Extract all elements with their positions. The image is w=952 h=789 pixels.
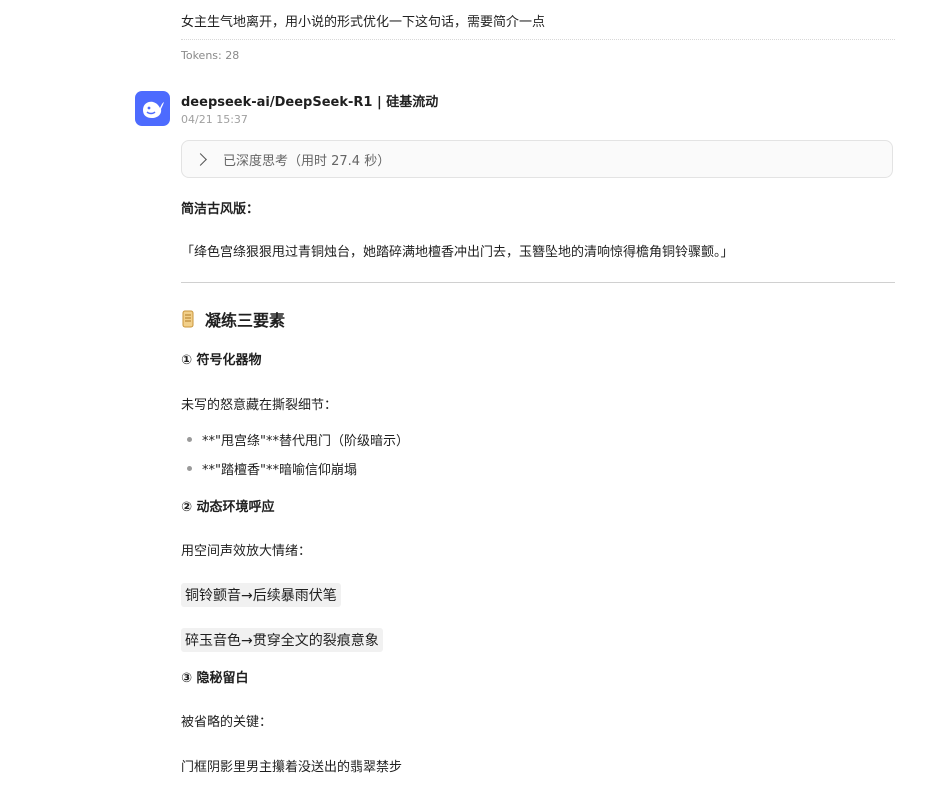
horizontal-rule (181, 282, 895, 283)
chat-page: 女主生气地离开，用小说的形式优化一下这句话，需要简介一点 Tokens: 28 … (0, 0, 952, 789)
chevron-right-icon (194, 152, 207, 166)
list-item-text: **"踏檀香"**暗喻信仰崩塌 (202, 463, 357, 478)
deep-think-toggle[interactable]: 已深度思考（用时 27.4 秒） (181, 140, 893, 178)
token-count: Tokens: 28 (181, 49, 240, 62)
point2-desc: 用空间声效放大情绪： (181, 544, 312, 559)
point2-title: ② 动态环境呼应 (181, 500, 275, 515)
message-timestamp: 04/21 15:37 (181, 113, 248, 126)
list-item-text: **"甩宫绦"**替代甩门（阶级暗示） (202, 434, 409, 449)
model-name: deepseek-ai/DeepSeek-R1 | 硅基流动 (181, 95, 439, 110)
section-title: 简洁古风版： (181, 202, 260, 217)
bullet-icon (187, 437, 192, 442)
user-message: 女主生气地离开，用小说的形式优化一下这句话，需要简介一点 (181, 15, 546, 30)
quote-text: 「绛色宫绦狠狠甩过青铜烛台，她踏碎满地檀香冲出门去，玉簪坠地的清响惊得檐角铜铃骤… (181, 245, 734, 260)
heading-text: 凝练三要素 (205, 311, 286, 330)
point3-desc: 被省略的关键： (181, 715, 273, 730)
heading: 凝练三要素 (181, 307, 285, 331)
point1-desc: 未写的怒意藏在撕裂细节： (181, 398, 338, 413)
divider (181, 39, 895, 40)
point3-title: ③ 隐秘留白 (181, 671, 249, 686)
inline-code: 碎玉音色→贯穿全文的裂痕意象 (181, 628, 383, 652)
deep-think-label: 已深度思考（用时 27.4 秒） (223, 153, 391, 169)
inline-code: 铜铃颤音→后续暴雨伏笔 (181, 583, 341, 607)
point1-title: ① 符号化器物 (181, 353, 262, 368)
bullet-icon (187, 466, 192, 471)
point3-last-line: 门框阴影里男主攥着没送出的翡翠禁步 (181, 760, 403, 775)
list-item: **"踏檀香"**暗喻信仰崩塌 (181, 459, 357, 478)
scroll-icon (181, 310, 195, 328)
list-item: **"甩宫绦"**替代甩门（阶级暗示） (181, 430, 409, 449)
deepseek-whale-icon (135, 91, 170, 126)
